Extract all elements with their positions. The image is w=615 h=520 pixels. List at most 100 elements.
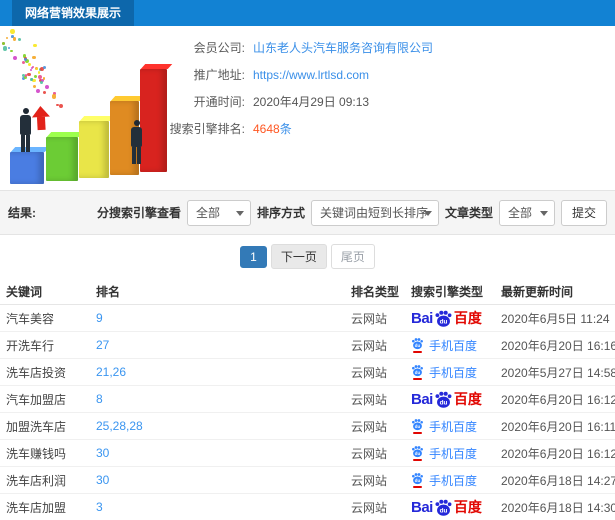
confetti-dot <box>33 43 37 47</box>
person-head <box>133 120 140 126</box>
updated-cell: 2020年6月18日 14:30 <box>495 493 615 520</box>
engine-cell: du 手机百度 <box>405 466 495 494</box>
sort-select[interactable]: 关键词由短到长排序 <box>310 199 439 226</box>
confetti-dot <box>42 77 46 80</box>
confetti-dot <box>10 29 15 34</box>
engine-cell: Bai du 百度 <box>405 304 495 332</box>
baidu-paw-icon: du <box>412 473 423 485</box>
table-row: 洗车赚钱吗 30 云网站 du 手机百度 2020年6月20日 16:12 <box>0 439 615 467</box>
baidu-logo-cn: 百度 <box>453 310 482 326</box>
table-row: 洗车店加盟 3 云网站 Bai du 百度 2020年6月18日 14:30 <box>0 493 615 520</box>
keyword-cell: 洗车赚钱吗 <box>0 439 90 467</box>
confetti-dot <box>12 37 17 42</box>
baidu-paw-icon: du <box>411 337 424 350</box>
rank-count-unit: 条 <box>279 122 292 136</box>
engine-cell: du 手机百度 <box>405 331 495 359</box>
confetti-dot <box>7 46 11 50</box>
confetti-dot <box>40 81 44 85</box>
baidu-paw-icon: du <box>412 446 423 458</box>
baidu-red-bar <box>413 378 422 380</box>
rank-cell: 30 <box>90 466 345 494</box>
rank-link[interactable]: 30 <box>96 446 109 460</box>
baidu-mobile-logo: du 手机百度 <box>411 418 477 435</box>
next-page-button[interactable]: 下一页 <box>270 244 327 269</box>
table-row: 汽车美容 9 云网站 Bai du 百度 2020年6月5日 11:24 <box>0 304 615 332</box>
confetti-dot <box>33 74 38 79</box>
engine-filter-label: 分搜索引擎查看 <box>96 206 181 220</box>
rank-link[interactable]: 9 <box>96 311 103 325</box>
confetti-dot <box>43 90 47 94</box>
person-torso <box>131 127 142 147</box>
last-page-button[interactable]: 尾页 <box>330 244 375 269</box>
article-type-label: 文章类型 <box>444 206 493 220</box>
engine-cell: du 手机百度 <box>405 358 495 386</box>
rank-cell: 21,26 <box>90 358 345 386</box>
filter-controls: 分搜索引擎查看 全部 排序方式 关键词由短到长排序 文章类型 全部 提交 <box>96 199 607 226</box>
engine-select-value: 全部 <box>195 205 220 220</box>
baidu-red-bar <box>413 459 422 461</box>
article-type-select[interactable]: 全部 <box>498 199 555 226</box>
baidu-mobile-label: 手机百度 <box>429 338 478 353</box>
person-legs <box>21 135 30 152</box>
baidu-mobile-logo: du 手机百度 <box>411 445 477 462</box>
header-bar: 网络营销效果展示 <box>0 0 615 26</box>
svg-text:du: du <box>415 370 421 375</box>
keyword-cell: 洗车店投资 <box>0 358 90 386</box>
rank-cell: 3 <box>90 493 345 520</box>
rank-count-value: 4648 <box>253 122 280 136</box>
rank-cell: 25,28,28 <box>90 412 345 440</box>
engine-select[interactable]: 全部 <box>186 199 251 226</box>
baidu-paw-icon: du <box>412 338 423 350</box>
promotion-url-link[interactable]: https://www.lrtlsd.com <box>253 68 369 82</box>
rank-link[interactable]: 30 <box>96 473 109 487</box>
page-number-current[interactable]: 1 <box>240 245 267 268</box>
keyword-cell: 洗车店加盟 <box>0 493 90 520</box>
updated-cell: 2020年6月20日 16:11 <box>495 412 615 440</box>
pagination: 1 下一页 尾页 <box>0 235 615 278</box>
baidu-paw-icon: du <box>412 419 423 431</box>
updated-cell: 2020年5月27日 14:58 <box>495 358 615 386</box>
rank-link[interactable]: 3 <box>96 500 103 514</box>
submit-button[interactable]: 提交 <box>560 199 607 226</box>
confetti-dot <box>51 94 57 99</box>
keyword-ranking-table: 关键词 排名 排名类型 搜索引擎类型 最新更新时间 汽车美容 9 云网站 Bai du 百… <box>0 278 615 520</box>
rank-type-cell: 云网站 <box>345 439 405 467</box>
company-info: 会员公司: 山东老人头汽车服务咨询有限公司 推广地址: https://www.lr… <box>155 26 433 190</box>
chart-bar <box>46 137 78 181</box>
header-updated: 最新更新时间 <box>495 278 615 305</box>
baidu-logo-bai: Bai <box>411 309 433 327</box>
baidu-paw-icon: du <box>411 445 424 458</box>
rank-link[interactable]: 8 <box>96 392 103 406</box>
chart-bar <box>10 152 44 184</box>
table-row: 加盟洗车店 25,28,28 云网站 du 手机百度 2020年6月20日 16:11 <box>0 412 615 440</box>
filter-bar: 结果: 分搜索引擎查看 全部 排序方式 关键词由短到长排序 文章类型 全部 提交 <box>0 190 615 235</box>
company-link[interactable]: 山东老人头汽车服务咨询有限公司 <box>253 41 433 55</box>
baidu-paw-icon: du <box>435 310 452 327</box>
confetti-dot <box>17 37 21 41</box>
table-row: 洗车店利润 30 云网站 du 手机百度 2020年6月18日 14:27 <box>0 466 615 494</box>
baidu-mobile-icon: du <box>411 418 424 434</box>
svg-text:du: du <box>439 399 447 406</box>
svg-text:du: du <box>415 451 421 456</box>
baidu-red-bar <box>413 432 422 434</box>
businessman-figure <box>20 108 31 152</box>
confetti-dot <box>36 88 41 93</box>
baidu-paw-icon: du <box>435 391 452 408</box>
rank-link[interactable]: 21,26 <box>96 365 126 379</box>
baidu-red-bar <box>413 486 422 488</box>
engine-cell: Bai du 百度 <box>405 493 495 520</box>
baidu-pc-logo: Bai du 百度 <box>411 389 482 409</box>
baidu-logo-bai: Bai <box>411 498 433 516</box>
chart-bar <box>140 69 167 172</box>
rank-link[interactable]: 25,28,28 <box>96 419 143 433</box>
rank-cell: 30 <box>90 439 345 467</box>
rank-link[interactable]: 27 <box>96 338 109 352</box>
open-time-label: 开通时间: <box>193 95 245 109</box>
baidu-paw-icon: du <box>434 309 453 328</box>
rank-type-cell: 云网站 <box>345 331 405 359</box>
header-rank-type: 排名类型 <box>345 278 405 305</box>
confetti-dot <box>28 62 32 66</box>
baidu-paw-icon: du <box>411 418 424 431</box>
rank-type-cell: 云网站 <box>345 493 405 520</box>
confetti-dot <box>5 36 8 39</box>
